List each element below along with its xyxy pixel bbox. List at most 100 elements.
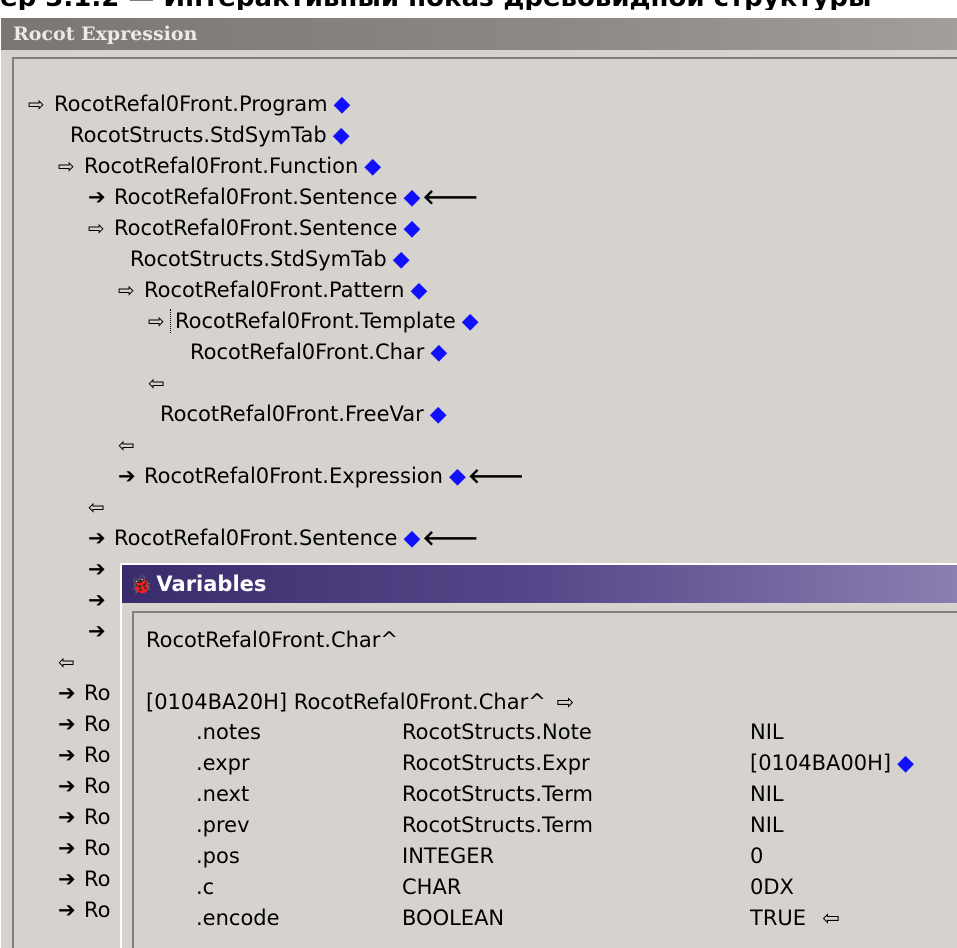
open-arrow-icon[interactable]: ⇨: [557, 690, 575, 714]
collapse-marker[interactable]: ⇦: [88, 492, 114, 522]
tree-row[interactable]: RocotRefal0Front.Char ◆: [190, 337, 447, 367]
address-line[interactable]: [0104BA20H] RocotRefal0Front.Char^ ⇨: [146, 687, 574, 717]
field-name: .notes: [196, 720, 261, 744]
tree-row[interactable]: ➔ RocotRefal0Front.Sentence ◆🡐: [88, 182, 479, 212]
open-arrow-icon[interactable]: ⇨: [58, 151, 84, 181]
window-titlebar[interactable]: Rocot Expression: [1, 18, 957, 50]
field-type: RocotStructs.Note: [402, 720, 592, 744]
tree-row[interactable]: ⇨ RocotRefal0Front.Pattern ◆: [118, 275, 427, 305]
field-value: [0104BA00H] ◆: [750, 748, 914, 779]
blue-diamond-icon[interactable]: ◆: [897, 751, 914, 776]
variables-window: 🐞 Variables RocotRefal0Front.Char^ [0104B…: [120, 563, 957, 948]
field-name: .c: [196, 875, 215, 899]
back-arrow-icon[interactable]: ⇦: [58, 647, 84, 677]
blue-diamond-icon[interactable]: ◆: [334, 92, 351, 117]
node-label: RocotRefal0Front.Template: [175, 309, 456, 333]
bold-left-arrow-icon[interactable]: 🡐: [422, 526, 478, 550]
bold-right-arrow-icon[interactable]: ➔: [58, 740, 76, 770]
open-arrow-icon[interactable]: ⇨: [88, 213, 114, 243]
bold-right-arrow-icon[interactable]: ➔: [118, 461, 144, 491]
tree-row[interactable]: ⇨ RocotRefal0Front.Sentence ◆: [88, 213, 420, 243]
blue-diamond-icon[interactable]: ◆: [403, 216, 420, 241]
back-arrow-icon[interactable]: ⇦: [88, 492, 114, 522]
open-arrow-icon[interactable]: ⇨: [118, 275, 144, 305]
bold-right-arrow-icon[interactable]: ➔: [88, 523, 114, 553]
blue-diamond-icon[interactable]: ◆: [333, 123, 350, 148]
node-label-partial: Ro: [84, 898, 111, 922]
node-label: RocotRefal0Front.Program: [54, 92, 328, 116]
field-type: INTEGER: [402, 844, 495, 868]
field-value: NIL: [750, 782, 784, 806]
bold-right-arrow-icon[interactable]: ➔: [58, 833, 76, 863]
node-label: RocotRefal0Front.Char: [190, 340, 425, 364]
open-arrow-icon[interactable]: ⇨: [28, 89, 54, 119]
window-title: Rocot Expression: [13, 23, 198, 45]
blue-diamond-icon[interactable]: ◆: [403, 185, 420, 210]
node-label: RocotRefal0Front.Pattern: [144, 278, 405, 302]
field-row: .encode BOOLEAN TRUE ⇦: [134, 903, 954, 933]
node-label: RocotRefal0Front.Sentence: [114, 185, 398, 209]
field-row: .expr RocotStructs.Expr [0104BA00H] ◆: [134, 748, 954, 778]
node-label: RocotStructs.StdSymTab: [70, 123, 327, 147]
bold-left-arrow-icon[interactable]: 🡐: [422, 185, 478, 209]
field-name: .pos: [196, 844, 240, 868]
bold-right-arrow-icon[interactable]: ➔: [58, 802, 76, 832]
node-label: RocotRefal0Front.Sentence: [114, 526, 398, 550]
tree-row[interactable]: ⇨ RocotRefal0Front.Template ◆: [148, 306, 479, 336]
tree-row[interactable]: ➔ RocotRefal0Front.Expression ◆🡐: [118, 461, 524, 491]
bold-right-arrow-icon[interactable]: ➔: [58, 895, 76, 925]
bold-left-arrow-icon[interactable]: 🡐: [468, 464, 524, 488]
bold-right-arrow-icon[interactable]: ➔: [88, 585, 106, 615]
variables-panel: RocotRefal0Front.Char^ [0104BA20H] Rocot…: [132, 611, 957, 948]
bold-right-arrow-icon[interactable]: ➔: [88, 182, 114, 212]
node-label-partial: Ro: [84, 681, 111, 705]
bold-right-arrow-icon[interactable]: ➔: [58, 864, 76, 894]
blue-diamond-icon[interactable]: ◆: [411, 278, 428, 303]
blue-diamond-icon[interactable]: ◆: [403, 526, 420, 551]
blue-diamond-icon[interactable]: ◆: [449, 464, 466, 489]
field-type: RocotStructs.Term: [402, 813, 593, 837]
back-arrow-icon[interactable]: ⇦: [148, 368, 174, 398]
blue-diamond-icon[interactable]: ◆: [364, 154, 381, 179]
variables-title: Variables: [156, 572, 267, 596]
bold-right-arrow-icon[interactable]: ➔: [58, 678, 76, 708]
bold-right-arrow-icon[interactable]: ➔: [58, 771, 76, 801]
field-type: BOOLEAN: [402, 906, 505, 930]
blue-diamond-icon[interactable]: ◆: [430, 402, 447, 427]
field-value: 0: [750, 844, 764, 868]
field-name: .expr: [196, 751, 250, 775]
field-type: CHAR: [402, 875, 462, 899]
field-type: RocotStructs.Expr: [402, 751, 590, 775]
tree-row[interactable]: ⇨ RocotRefal0Front.Function ◆: [58, 151, 381, 181]
tree-row[interactable]: RocotRefal0Front.FreeVar ◆: [160, 399, 447, 429]
node-label: RocotRefal0Front.FreeVar: [160, 402, 424, 426]
variables-titlebar[interactable]: 🐞 Variables: [122, 565, 957, 603]
variables-header: RocotRefal0Front.Char^: [146, 628, 399, 652]
tree-row[interactable]: RocotStructs.StdSymTab ◆: [70, 120, 350, 150]
back-arrow-icon[interactable]: ⇦: [822, 906, 840, 930]
collapse-marker[interactable]: ⇦: [58, 647, 84, 677]
field-value: NIL: [750, 720, 784, 744]
tree-row[interactable]: ⇨ RocotRefal0Front.Program ◆: [28, 89, 350, 119]
back-arrow-icon[interactable]: ⇦: [118, 430, 144, 460]
node-label-partial: Ro: [84, 805, 111, 829]
field-value-text: [0104BA00H]: [750, 751, 892, 775]
address-text: [0104BA20H] RocotRefal0Front.Char^: [146, 690, 546, 714]
variables-app-icon: 🐞: [130, 575, 153, 596]
field-value: NIL: [750, 813, 784, 837]
bold-right-arrow-icon[interactable]: ➔: [88, 616, 106, 646]
node-label-partial: Ro: [84, 712, 111, 736]
node-label-partial: Ro: [84, 774, 111, 798]
blue-diamond-icon[interactable]: ◆: [393, 247, 410, 272]
bold-right-arrow-icon[interactable]: ➔: [88, 554, 106, 584]
collapse-marker[interactable]: ⇦: [118, 430, 144, 460]
blue-diamond-icon[interactable]: ◆: [462, 309, 479, 334]
bold-right-arrow-icon[interactable]: ➔: [58, 709, 76, 739]
collapse-marker[interactable]: ⇦: [148, 368, 174, 398]
field-row: .pos INTEGER 0: [134, 841, 954, 871]
tree-row[interactable]: RocotStructs.StdSymTab ◆: [130, 244, 410, 274]
node-label: RocotRefal0Front.Function: [84, 154, 359, 178]
field-row: .next RocotStructs.Term NIL: [134, 779, 954, 809]
blue-diamond-icon[interactable]: ◆: [430, 340, 447, 365]
tree-row[interactable]: ➔ RocotRefal0Front.Sentence ◆🡐: [88, 523, 479, 553]
